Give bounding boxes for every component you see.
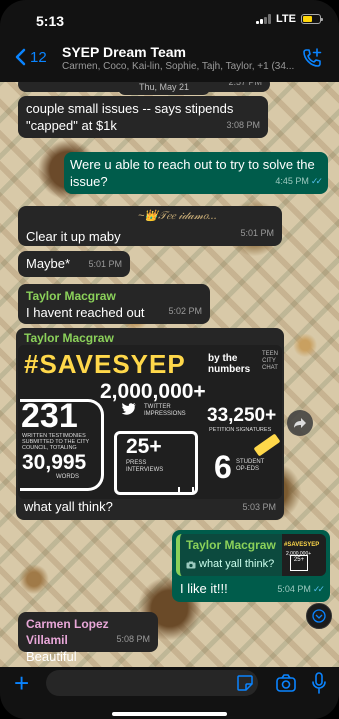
message-time: 5:01 PM [88, 259, 122, 269]
poster-by-line: by the numbers [208, 353, 251, 375]
poster-words: 30,995 [22, 451, 87, 474]
message-time: 5:02 PM [168, 306, 202, 316]
poster-testimonies: 231 [21, 397, 78, 435]
poster-logo: TEEN CITY CHAT [262, 351, 279, 371]
reply-quote[interactable]: Taylor Macgraw what yall think? #SAVESYE… [176, 534, 326, 576]
poster-opeds: 6 [214, 449, 232, 485]
back-button[interactable]: 12 [14, 48, 47, 66]
message-bubble[interactable]: Carmen Lopez Villamil Beautiful 5:08 PM [18, 612, 158, 664]
microphone-icon[interactable] [312, 672, 326, 694]
network-label: LTE [276, 13, 296, 25]
message-bubble[interactable]: Maybe* 5:01 PM [18, 251, 130, 277]
forward-button[interactable] [287, 410, 313, 436]
unread-count: 12 [30, 48, 47, 66]
message-time: 3:08 PM [226, 120, 260, 130]
poster-words-label: WORDS [56, 474, 79, 480]
message-bubble[interactable]: Taylor Macgraw I havent reached out 5:02… [18, 284, 210, 324]
twitter-bird-icon [122, 403, 136, 415]
chevron-down-icon [312, 609, 326, 623]
camera-icon[interactable] [276, 674, 296, 692]
top-bar: 5:13 LTE 12 SYEP Dream Team Carmen, Coco… [0, 0, 339, 82]
savesyep-poster-image[interactable]: #SAVESYEP by the numbers TEEN CITY CHAT … [18, 345, 282, 499]
signal-icon [256, 14, 272, 24]
poster-impressions: 2,000,000+ [100, 380, 206, 403]
home-indicator[interactable] [112, 712, 227, 716]
status-time: 5:13 [36, 13, 65, 29]
whatsapp-screen: 5:13 LTE 12 SYEP Dream Team Carmen, Coco… [0, 0, 339, 719]
scroll-down-button[interactable] [306, 603, 332, 629]
message-bubble[interactable]: ~👑𝒯𝑒𝑒 𝒾𝒹𝒶𝓂𝑜... Clear it up maby 5:01 PM [18, 206, 282, 246]
message-text: Clear it up maby [26, 229, 121, 244]
chat-members[interactable]: Carmen, Coco, Kai-lin, Sophie, Tajh, Tay… [62, 61, 297, 72]
message-text: couple small issues -- says stipends "ca… [26, 101, 234, 133]
double-check-icon: ✓✓ [312, 584, 325, 594]
date-pill: Thu, May 21 [118, 82, 210, 95]
forward-arrow-icon [294, 418, 306, 428]
pencil-icon [253, 433, 281, 457]
poster-testimonies-label: WRITTEN TESTIMONIES SUBMITTED TO THE CIT… [22, 433, 90, 451]
poster-impressions-label: TWITTER IMPRESSIONS [144, 404, 186, 417]
message-bubble-outgoing[interactable]: Taylor Macgraw what yall think? #SAVESYE… [172, 530, 330, 602]
chevron-left-icon [15, 48, 26, 66]
poster-signatures-label: PETITION SIGNATURES [209, 427, 272, 433]
message-bubble-outgoing[interactable]: Were u able to reach out to try to solve… [64, 152, 328, 194]
poster-interviews-label: PRESS INTERVIEWS [126, 460, 164, 473]
plus-icon[interactable]: + [14, 670, 29, 696]
message-time: 4:45 PM ✓✓ [275, 176, 323, 186]
sticker-icon[interactable] [236, 674, 254, 692]
message-time: 5:03 PM [242, 502, 276, 512]
message-bubble[interactable]: couple small issues -- says stipends "ca… [18, 96, 268, 138]
message-time: 5:01 PM [240, 228, 274, 238]
quote-thumbnail: #SAVESYEP 2,000,000+ 25+ [282, 534, 326, 576]
battery-icon [301, 14, 323, 24]
message-text: Beautiful [26, 649, 77, 664]
chat-title[interactable]: SYEP Dream Team [62, 44, 186, 60]
poster-opeds-label: STUDENT OP-EDS [236, 459, 265, 472]
message-time: 5:08 PM [116, 634, 150, 644]
poster-tv-stand [178, 487, 194, 494]
poster-title: #SAVESYEP [24, 349, 186, 379]
poster-interviews: 25+ [126, 435, 162, 458]
message-input[interactable] [46, 670, 258, 696]
sender-name[interactable]: Taylor Macgraw [18, 330, 282, 346]
message-time: 5:04 PM ✓✓ [277, 584, 325, 594]
double-check-icon: ✓✓ [310, 176, 323, 186]
status-icons: LTE [256, 13, 323, 25]
poster-signatures: 33,250+ [207, 405, 277, 426]
sender-name[interactable]: Taylor Macgraw [26, 288, 202, 304]
add-call-icon[interactable] [301, 47, 323, 69]
photo-icon [186, 561, 196, 568]
message-text: what yall think? [24, 499, 113, 514]
sender-name[interactable]: ~👑𝒯𝑒𝑒 𝒾𝒹𝒶𝓂𝑜... [138, 208, 217, 224]
